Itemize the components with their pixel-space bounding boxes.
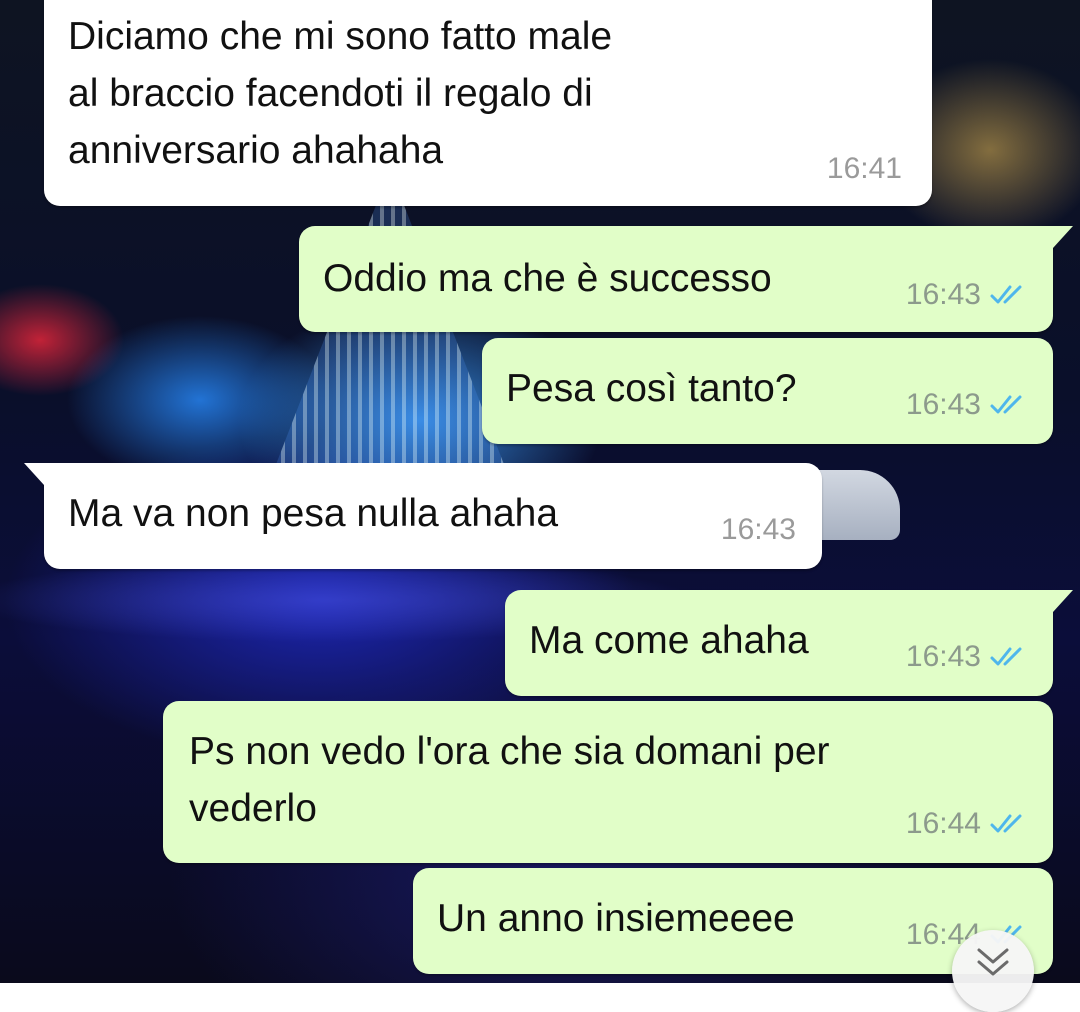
message-line: al braccio facendoti il regalo di [68, 72, 593, 115]
message-outgoing[interactable]: Pesa così tanto? 16:43 [482, 338, 1053, 444]
message-outgoing[interactable]: Oddio ma che è successo 16:43 [299, 226, 1073, 332]
message-time: 16:43 [905, 278, 981, 311]
message-meta: 16:43 [906, 388, 1029, 422]
message-line: Un anno insiemeeee [437, 897, 795, 940]
message-text: Ps non vedo l'ora che sia domani per ved… [189, 723, 830, 837]
message-line: Diciamo che mi sono fatto male [68, 15, 613, 58]
scroll-to-bottom-button[interactable] [952, 930, 1034, 1012]
message-line: Ps non vedo l'ora che sia domani per [189, 730, 830, 773]
message-text: Oddio ma che è successo [323, 250, 772, 307]
message-meta: 16:41 [827, 152, 902, 186]
message-line: Pesa così tanto? [506, 367, 797, 410]
message-incoming[interactable]: Diciamo che mi sono fatto male al bracci… [44, 0, 932, 206]
double-chevron-down-icon [977, 948, 1009, 976]
message-line: anniversario ahahaha [68, 129, 444, 172]
message-outgoing[interactable]: Ps non vedo l'ora che sia domani per ved… [163, 701, 1053, 863]
message-text: Diciamo che mi sono fatto male al bracci… [68, 8, 612, 179]
double-check-icon [990, 395, 1022, 414]
message-line: vederlo [189, 787, 317, 830]
message-line: Ma va non pesa nulla ahaha [68, 492, 559, 535]
message-time: 16:43 [720, 513, 796, 546]
message-meta: 16:43 [721, 513, 796, 547]
message-time: 16:41 [826, 152, 902, 185]
message-text: Ma come ahaha [529, 612, 809, 669]
message-meta: 16:43 [906, 278, 1029, 312]
message-time: 16:44 [905, 807, 981, 840]
message-text: Ma va non pesa nulla ahaha [68, 485, 558, 542]
double-check-icon [990, 647, 1022, 666]
message-line: Oddio ma che è successo [323, 257, 772, 300]
double-check-icon [990, 814, 1022, 833]
message-time: 16:43 [905, 640, 981, 673]
double-check-icon [990, 285, 1022, 304]
message-meta: 16:44 [906, 807, 1029, 841]
message-meta: 16:43 [906, 640, 1029, 674]
message-outgoing[interactable]: Ma come ahaha 16:43 [505, 590, 1073, 696]
message-line: Ma come ahaha [529, 619, 809, 662]
message-text: Pesa così tanto? [506, 360, 797, 417]
message-time: 16:43 [905, 388, 981, 421]
message-text: Un anno insiemeeee [437, 890, 795, 947]
message-incoming[interactable]: Ma va non pesa nulla ahaha 16:43 [24, 463, 822, 569]
